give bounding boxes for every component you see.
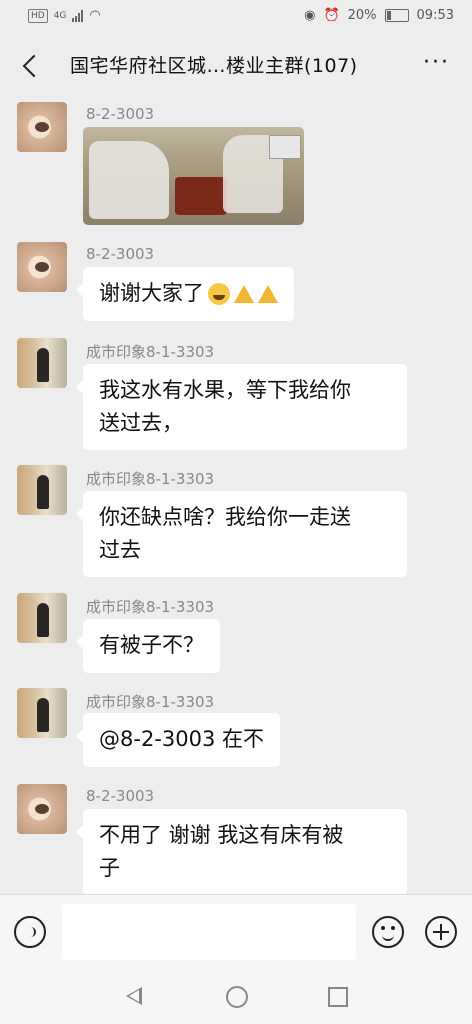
- back-icon[interactable]: [16, 48, 46, 82]
- crying-emoji-icon: [208, 283, 230, 305]
- emoji-icon[interactable]: [372, 916, 404, 948]
- image-message[interactable]: [83, 127, 304, 225]
- clap-emoji-icon: [234, 285, 254, 303]
- message-text: 谢谢大家了: [99, 281, 204, 305]
- status-bar: HD 4G ◠ ◉ ⏰ 20% 09:53: [0, 0, 472, 34]
- message-bubble[interactable]: @8-2-3003 在不: [76, 713, 280, 767]
- eye-icon: ◉: [304, 8, 316, 23]
- avatar[interactable]: [17, 242, 67, 292]
- alarm-icon: ⏰: [323, 8, 340, 23]
- sender-name: 8-2-3003: [86, 105, 155, 123]
- chat-header: 国宅华府社区城…楼业主群(107) ···: [0, 34, 472, 96]
- message-bubble[interactable]: 谢谢大家了: [76, 267, 294, 321]
- avatar[interactable]: [17, 338, 67, 388]
- signal-icon: [72, 9, 84, 22]
- sender-name: 8-2-3003: [86, 245, 155, 263]
- message-text: 子: [99, 856, 120, 880]
- avatar[interactable]: [17, 102, 67, 152]
- nav-back-icon[interactable]: [126, 987, 142, 1005]
- nav-recent-icon[interactable]: [328, 987, 348, 1007]
- message-text: @8-2-3003 在不: [99, 727, 264, 751]
- sender-name: 成市印象8-1-3303: [86, 343, 215, 361]
- nav-home-icon[interactable]: [226, 986, 248, 1008]
- clap-emoji-icon: [258, 285, 278, 303]
- voice-icon[interactable]: [14, 916, 46, 948]
- hd-icon: HD: [28, 8, 48, 23]
- sender-name: 成市印象8-1-3303: [86, 693, 215, 711]
- message-text: 送过去，: [99, 411, 183, 435]
- message-text: 过去: [99, 538, 141, 562]
- clock: 09:53: [416, 8, 454, 23]
- sender-name: 8-2-3003: [86, 787, 155, 805]
- input-bar: [0, 894, 472, 971]
- message-text: 你还缺点啥？我给你一走送: [99, 505, 351, 529]
- avatar[interactable]: [17, 593, 67, 643]
- avatar[interactable]: [17, 784, 67, 834]
- chat-title: 国宅华府社区城…楼业主群(107): [70, 55, 358, 77]
- network-type: 4G: [53, 10, 67, 21]
- battery-percent: 20%: [347, 8, 377, 23]
- avatar[interactable]: [17, 465, 67, 515]
- message-bubble[interactable]: 你还缺点啥？我给你一走送 过去: [76, 491, 407, 577]
- message-text: 我这水有水果，等下我给你: [99, 378, 351, 402]
- sender-name: 成市印象8-1-3303: [86, 470, 215, 488]
- system-nav-bar: [0, 970, 472, 1024]
- message-text: 有被子不？: [99, 633, 204, 657]
- plus-icon[interactable]: [425, 916, 457, 948]
- message-bubble[interactable]: 有被子不？: [76, 619, 220, 673]
- sender-name: 成市印象8-1-3303: [86, 598, 215, 616]
- message-text: 不用了 谢谢 我这有床有被: [99, 823, 344, 847]
- battery-icon: [384, 9, 409, 22]
- wifi-icon: ◠: [89, 8, 101, 23]
- message-bubble[interactable]: 我这水有水果，等下我给你 送过去，: [76, 364, 407, 450]
- message-bubble[interactable]: 不用了 谢谢 我这有床有被 子: [76, 809, 407, 895]
- message-input[interactable]: [62, 904, 356, 960]
- avatar[interactable]: [17, 688, 67, 738]
- more-icon[interactable]: ···: [423, 52, 450, 74]
